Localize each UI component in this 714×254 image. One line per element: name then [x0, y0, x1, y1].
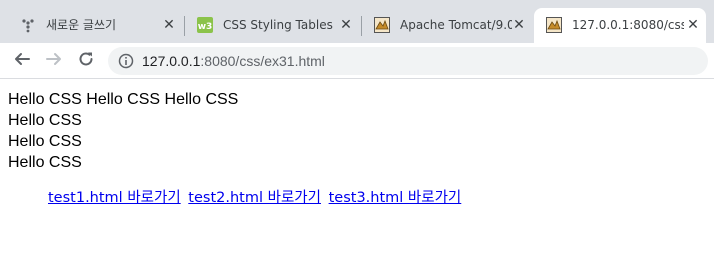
- block-text: Hello CSS: [8, 154, 82, 171]
- w3schools-icon: w3: [197, 17, 213, 33]
- close-icon[interactable]: ✕: [339, 18, 353, 32]
- arrow-right-icon: [46, 51, 62, 71]
- tab-title: 127.0.0.1:8080/css/e: [572, 18, 684, 32]
- block-text: Hello CSS: [8, 133, 82, 150]
- inline-text-row: Hello CSS Hello CSS Hello CSS: [8, 91, 238, 109]
- link-test3[interactable]: test3.html 바로가기: [329, 190, 462, 206]
- arrow-left-icon: [14, 51, 30, 71]
- page-content: Hello CSS Hello CSS Hello CSS Hello CSS …: [0, 80, 714, 254]
- link-test2[interactable]: test2.html 바로가기: [188, 190, 321, 206]
- tab-active-local[interactable]: 127.0.0.1:8080/css/e ✕: [534, 8, 706, 43]
- reload-icon: [78, 51, 94, 71]
- block-text: Hello CSS: [8, 112, 82, 129]
- info-icon[interactable]: [118, 53, 134, 69]
- dots-icon: [20, 17, 36, 33]
- link-test1[interactable]: test1.html 바로가기: [48, 190, 181, 206]
- forward-button[interactable]: [42, 49, 66, 73]
- close-icon[interactable]: ✕: [162, 18, 176, 32]
- link-row: test1.html 바로가기 test2.html 바로가기 test3.ht…: [48, 189, 464, 207]
- tomcat-icon: [374, 17, 390, 33]
- tab-css-styling-tables[interactable]: w3 CSS Styling Tables ✕: [185, 8, 361, 43]
- back-button[interactable]: [10, 49, 34, 73]
- tomcat-icon: [546, 17, 562, 33]
- inline-text: Hello CSS: [86, 91, 161, 108]
- tab-title: Apache Tomcat/9.0: [400, 18, 512, 32]
- address-bar[interactable]: 127.0.0.1:8080/css/ex31.html: [108, 47, 708, 75]
- tab-new-post[interactable]: 새로운 글쓰기 ✕: [8, 8, 184, 43]
- browser-toolbar: 127.0.0.1:8080/css/ex31.html: [0, 43, 714, 79]
- svg-text:w3: w3: [198, 22, 213, 32]
- tab-title: CSS Styling Tables: [223, 18, 333, 32]
- url-path: :8080/css/ex31.html: [200, 53, 325, 69]
- url-host: 127.0.0.1: [142, 53, 201, 69]
- tab-apache-tomcat[interactable]: Apache Tomcat/9.0 ✕: [362, 8, 534, 43]
- reload-button[interactable]: [74, 49, 98, 73]
- inline-text: Hello CSS: [8, 91, 82, 108]
- tab-title: 새로운 글쓰기: [46, 18, 117, 32]
- close-icon[interactable]: ✕: [512, 18, 526, 32]
- tab-strip: 새로운 글쓰기 ✕ w3 CSS Styling Tables ✕ Apache…: [0, 0, 714, 43]
- inline-text: Hello CSS: [164, 91, 239, 108]
- close-icon[interactable]: ✕: [686, 18, 700, 32]
- url-text[interactable]: 127.0.0.1:8080/css/ex31.html: [142, 53, 325, 69]
